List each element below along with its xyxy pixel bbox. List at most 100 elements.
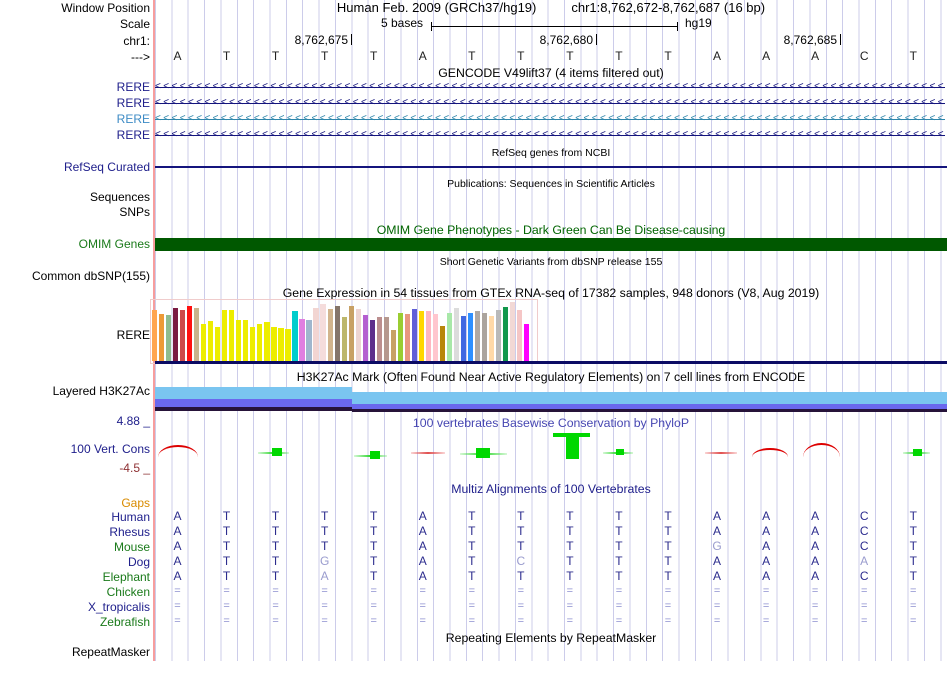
gtex-tissue-bar[interactable] <box>201 324 207 361</box>
gtex-tissue-bar[interactable] <box>208 321 214 361</box>
gtex-tissue-bar[interactable] <box>453 308 460 361</box>
gencode-transcript-line[interactable]: <<<<<<<<<<<<<<<<<<<<<<<<<<<<<<<<<<<<<<<<… <box>155 129 945 141</box>
multiz-species-label[interactable]: Mouse <box>0 540 150 554</box>
gencode-transcript-line[interactable]: <<<<<<<<<<<<<<<<<<<<<<<<<<<<<<<<<<<<<<<<… <box>155 113 945 125</box>
alignment-gap-mark: = <box>713 615 721 627</box>
gtex-tissue-bar[interactable] <box>194 308 200 361</box>
gtex-tissue-bar[interactable] <box>418 311 424 361</box>
track-label-refseq-curated[interactable]: RefSeq Curated <box>0 160 150 174</box>
multiz-species-label[interactable]: X_tropicalis <box>0 600 150 614</box>
gtex-tissue-bar[interactable] <box>495 310 502 361</box>
multiz-species-label[interactable]: Human <box>0 510 150 524</box>
gtex-tissue-bar[interactable] <box>488 316 495 361</box>
track-label-common-dbsnp[interactable]: Common dbSNP(155) <box>0 269 150 283</box>
gtex-tissue-bar[interactable] <box>264 322 270 361</box>
gtex-tissue-bar[interactable] <box>229 310 235 361</box>
gtex-tissue-bar[interactable] <box>250 327 256 361</box>
gtex-tissue-bar[interactable] <box>243 320 249 361</box>
track-label-layered-h3k27ac[interactable]: Layered H3K27Ac <box>0 384 150 398</box>
multiz-species-label[interactable]: Elephant <box>0 570 150 584</box>
gtex-tissue-bar[interactable] <box>159 314 165 361</box>
gtex-tissue-bar[interactable] <box>467 313 474 361</box>
gtex-tissue-bar[interactable] <box>313 308 319 361</box>
gencode-item-label[interactable]: RERE <box>0 96 150 110</box>
alignment-base: T <box>909 509 917 523</box>
gtex-tissue-bar[interactable] <box>362 315 368 361</box>
gtex-tissue-bar[interactable] <box>397 313 403 361</box>
ruler-base: T <box>271 49 280 63</box>
gtex-tissue-bar[interactable] <box>278 328 284 361</box>
track-label-omim-genes[interactable]: OMIM Genes <box>0 237 150 251</box>
gtex-tissue-bar[interactable] <box>439 326 445 361</box>
gtex-tissue-bar[interactable] <box>390 330 396 361</box>
gtex-tissue-bar[interactable] <box>187 306 193 361</box>
gtex-tissue-bar[interactable] <box>341 317 347 361</box>
gencode-transcript-line[interactable]: <<<<<<<<<<<<<<<<<<<<<<<<<<<<<<<<<<<<<<<<… <box>155 81 945 93</box>
omim-gene-bar[interactable] <box>155 238 947 251</box>
gtex-tissue-bar[interactable] <box>166 315 172 361</box>
multiz-species-label[interactable]: Chicken <box>0 585 150 599</box>
gtex-tissue-bar[interactable] <box>446 313 453 361</box>
gtex-tissue-bar[interactable] <box>510 302 516 361</box>
alignment-base: T <box>566 569 574 583</box>
gtex-tissue-bar[interactable] <box>503 307 509 361</box>
gencode-item-label[interactable]: RERE <box>0 80 150 94</box>
gtex-tissue-bar[interactable] <box>334 306 340 361</box>
gencode-item-label[interactable]: RERE <box>0 112 150 126</box>
gtex-tissue-bar[interactable] <box>524 324 530 361</box>
alignment-base: T <box>664 554 672 568</box>
gtex-tissue-bar[interactable] <box>299 319 305 361</box>
track-label-sequences[interactable]: Sequences <box>0 190 150 204</box>
gtex-tissue-bar[interactable] <box>306 320 312 361</box>
gtex-tissue-bar[interactable] <box>411 309 417 361</box>
gtex-tissue-bar[interactable] <box>173 308 179 361</box>
alignment-base: T <box>271 509 280 523</box>
track-label-snps[interactable]: SNPs <box>0 205 150 219</box>
refseq-gene-line[interactable] <box>155 166 947 168</box>
alignment-gap-mark: = <box>762 600 770 612</box>
gtex-tissue-bar[interactable] <box>257 324 263 361</box>
gtex-tissue-bar[interactable] <box>236 320 242 361</box>
multiz-species-label[interactable]: Rhesus <box>0 525 150 539</box>
gencode-transcript-line[interactable]: <<<<<<<<<<<<<<<<<<<<<<<<<<<<<<<<<<<<<<<<… <box>155 97 945 109</box>
gtex-tissue-bar[interactable] <box>285 329 291 361</box>
gtex-tissue-bar[interactable] <box>383 317 389 361</box>
multiz-species-label[interactable]: Gaps <box>0 496 150 510</box>
track-label-gtex-gene[interactable]: RERE <box>0 328 150 342</box>
gtex-tissue-bar[interactable] <box>460 316 467 361</box>
gtex-tissue-bar[interactable] <box>376 317 382 361</box>
h3k27ac-signal-right-dark[interactable] <box>352 409 947 412</box>
gtex-tissue-bar[interactable] <box>404 314 410 361</box>
alignment-gap-mark: = <box>566 615 574 627</box>
publications-track-title: Publications: Sequences in Scientific Ar… <box>447 178 655 190</box>
h3k27ac-signal-right-sky[interactable] <box>352 392 947 404</box>
multiz-species-label[interactable]: Zebrafish <box>0 615 150 629</box>
gtex-tissue-bar[interactable] <box>320 304 326 361</box>
track-label-100-vert-cons[interactable]: 100 Vert. Cons <box>0 442 150 456</box>
gtex-tissue-bar[interactable] <box>327 309 333 361</box>
gtex-tissue-bar[interactable] <box>271 327 277 361</box>
coord-1: 8,762,675 <box>294 33 348 47</box>
gencode-item-label[interactable]: RERE <box>0 128 150 142</box>
gtex-tissue-bar[interactable] <box>152 310 158 361</box>
gtex-tissue-bar[interactable] <box>348 306 354 361</box>
gtex-tissue-bar[interactable] <box>481 313 488 361</box>
gtex-tissue-bar[interactable] <box>432 314 438 361</box>
gtex-tissue-bar[interactable] <box>425 311 431 361</box>
gtex-tissue-bar[interactable] <box>517 310 523 361</box>
gtex-tissue-bar[interactable] <box>355 309 361 361</box>
multiz-species-label[interactable]: Dog <box>0 555 150 569</box>
h3k27ac-signal-left-dark[interactable] <box>155 407 352 411</box>
h3k27ac-signal-left-sky[interactable] <box>155 387 352 399</box>
gtex-tissue-bar[interactable] <box>215 327 221 361</box>
gtex-tissue-bar[interactable] <box>180 310 186 361</box>
gtex-tissue-bar[interactable] <box>474 311 481 361</box>
alignment-gap-mark: = <box>762 615 770 627</box>
alignment-base: C <box>516 554 526 568</box>
gtex-tissue-bar[interactable] <box>369 320 375 361</box>
strand-label[interactable]: ---> <box>0 50 150 64</box>
gtex-tissue-bar[interactable] <box>292 311 298 361</box>
track-label-repeatmasker[interactable]: RepeatMasker <box>0 645 150 659</box>
gtex-tissue-bar[interactable] <box>222 310 228 361</box>
h3k27ac-signal-left-violet[interactable] <box>155 399 352 407</box>
